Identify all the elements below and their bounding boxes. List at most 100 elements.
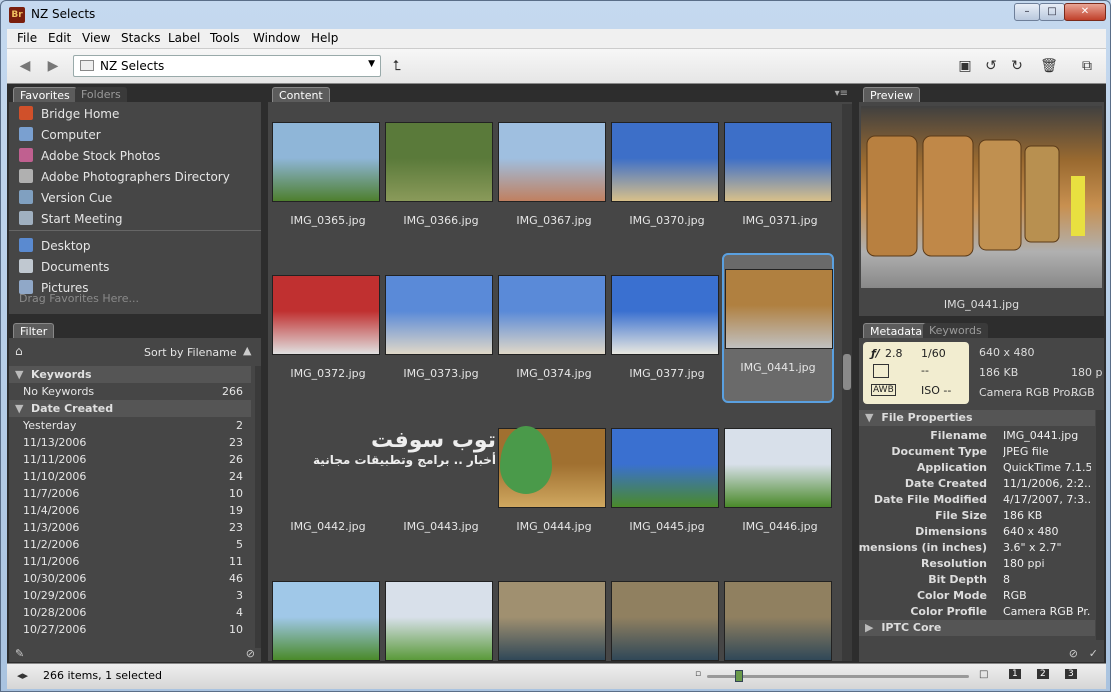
thumbnail-image[interactable]: [725, 269, 833, 349]
menu-edit[interactable]: Edit: [48, 31, 71, 45]
forward-arrow-icon[interactable]: ▶: [43, 57, 63, 75]
filter-row[interactable]: 11/10/2006 24: [9, 468, 251, 485]
thumbnail-cell[interactable]: IMG_0377.jpg: [611, 257, 723, 407]
tab-metadata[interactable]: Metadata: [863, 323, 930, 338]
thumbnail-image[interactable]: [272, 122, 380, 202]
slider-thumb[interactable]: [735, 670, 743, 682]
favorite-item[interactable]: Documents: [19, 257, 109, 277]
thumb-small-icon[interactable]: ▫: [695, 669, 701, 679]
thumbnail-image[interactable]: [385, 122, 493, 202]
menu-view[interactable]: View: [82, 31, 110, 45]
rotate-left-icon[interactable]: ↺: [981, 57, 1001, 75]
cancel-icon[interactable]: ⊘: [1069, 647, 1078, 660]
menu-window[interactable]: Window: [253, 31, 300, 45]
thumbnail-image[interactable]: [498, 122, 606, 202]
filter-row[interactable]: 11/1/2006 11: [9, 553, 251, 570]
thumbnail-cell[interactable]: IMG_0441.jpg: [722, 253, 834, 403]
thumbnail-cell[interactable]: IMG_0365.jpg: [272, 104, 384, 254]
tab-keywords[interactable]: Keywords: [923, 323, 988, 338]
metadata-scrollbar[interactable]: [1096, 410, 1104, 640]
new-folder-icon[interactable]: ▣: [955, 57, 975, 75]
thumbnail-cell[interactable]: IMG_0446.jpg: [724, 410, 836, 560]
thumbnail-cell[interactable]: [611, 563, 723, 661]
menu-file[interactable]: File: [17, 31, 37, 45]
thumbnail-image[interactable]: [272, 581, 380, 661]
clear-filter-icon[interactable]: ⊘: [246, 647, 255, 660]
minimize-button[interactable]: –: [1014, 3, 1040, 21]
sort-dropdown[interactable]: Sort by Filename: [144, 346, 237, 359]
tab-content[interactable]: Content: [272, 87, 330, 102]
back-arrow-icon[interactable]: ◀: [15, 57, 35, 75]
thumbnail-image[interactable]: [385, 275, 493, 355]
thumbnail-size-slider[interactable]: [707, 670, 969, 682]
thumbnail-cell[interactable]: [385, 563, 497, 661]
rotate-right-icon[interactable]: ↻: [1007, 57, 1027, 75]
tab-filter[interactable]: Filter: [13, 323, 55, 338]
panel-menu-icon[interactable]: ▾≡: [835, 88, 848, 99]
filter-category[interactable]: ▼ Keywords: [9, 366, 251, 383]
preview-image[interactable]: [861, 106, 1102, 288]
thumbnail-cell[interactable]: [272, 563, 384, 661]
thumbnail-cell[interactable]: [724, 563, 836, 661]
apply-check-icon[interactable]: ✓: [1089, 647, 1098, 660]
thumbnail-image[interactable]: [611, 275, 719, 355]
favorite-item[interactable]: Version Cue: [19, 188, 112, 208]
tab-preview[interactable]: Preview: [863, 87, 920, 102]
filter-row[interactable]: 10/30/2006 46: [9, 570, 251, 587]
content-scrollbar[interactable]: [842, 104, 852, 661]
filter-row[interactable]: 11/4/2006 19: [9, 502, 251, 519]
thumbnail-cell[interactable]: IMG_0371.jpg: [724, 104, 836, 254]
favorite-item[interactable]: Desktop: [19, 236, 91, 256]
thumbnail-cell[interactable]: IMG_0374.jpg: [498, 257, 610, 407]
favorite-item[interactable]: Start Meeting: [19, 209, 123, 229]
menu-stacks[interactable]: Stacks: [121, 31, 160, 45]
thumbnail-cell[interactable]: IMG_0445.jpg: [611, 410, 723, 560]
workspace-1-button[interactable]: 1: [1009, 669, 1021, 679]
filter-row[interactable]: 11/7/2006 10: [9, 485, 251, 502]
favorite-item[interactable]: Adobe Stock Photos: [19, 146, 160, 166]
trash-icon[interactable]: 🗑: [1039, 57, 1059, 75]
filter-row[interactable]: 11/11/2006 26: [9, 451, 251, 468]
thumbnail-image[interactable]: [272, 275, 380, 355]
thumbnail-cell[interactable]: IMG_0366.jpg: [385, 104, 497, 254]
brush-icon[interactable]: ✎: [15, 647, 24, 660]
tab-favorites[interactable]: Favorites: [13, 87, 77, 102]
filter-row[interactable]: Yesterday 2: [9, 417, 251, 434]
filter-folder-icon[interactable]: ⌂: [15, 344, 33, 358]
sort-direction-icon[interactable]: ▲: [243, 344, 251, 357]
filter-row[interactable]: 10/27/2006 10: [9, 621, 251, 638]
menu-help[interactable]: Help: [311, 31, 338, 45]
thumbnail-image[interactable]: [498, 581, 606, 661]
thumbnail-image[interactable]: [385, 581, 493, 661]
workspace-2-button[interactable]: 2: [1037, 669, 1049, 679]
favorite-item[interactable]: Computer: [19, 125, 101, 145]
thumbnail-image[interactable]: [611, 428, 719, 508]
maximize-button[interactable]: □: [1039, 3, 1065, 21]
path-dropdown[interactable]: NZ Selects ▼: [73, 55, 381, 77]
thumbnail-cell[interactable]: IMG_0372.jpg: [272, 257, 384, 407]
filter-row[interactable]: No Keywords 266: [9, 383, 251, 400]
thumbnail-image[interactable]: [611, 122, 719, 202]
thumbnail-image[interactable]: [724, 122, 832, 202]
menu-label[interactable]: Label: [168, 31, 200, 45]
scrollbar-thumb[interactable]: [843, 354, 851, 390]
thumbnail-cell[interactable]: IMG_0373.jpg: [385, 257, 497, 407]
thumbnail-image[interactable]: [611, 581, 719, 661]
title-bar[interactable]: Br NZ Selects – □ ✕: [1, 1, 1110, 28]
favorite-item[interactable]: Adobe Photographers Directory: [19, 167, 230, 187]
thumbnail-cell[interactable]: [498, 563, 610, 661]
thumb-large-icon[interactable]: □: [979, 669, 988, 680]
thumbnail-image[interactable]: [724, 428, 832, 508]
panel-toggle-icon[interactable]: ◂▸: [17, 669, 28, 682]
compact-mode-icon[interactable]: ⧉: [1077, 57, 1097, 75]
filter-scrollbar[interactable]: [255, 366, 261, 648]
filter-row[interactable]: 11/3/2006 23: [9, 519, 251, 536]
thumbnail-image[interactable]: [724, 581, 832, 661]
filter-row[interactable]: 11/13/2006 23: [9, 434, 251, 451]
tab-folders[interactable]: Folders: [75, 87, 127, 102]
close-button[interactable]: ✕: [1064, 3, 1106, 21]
menu-tools[interactable]: Tools: [210, 31, 240, 45]
thumbnail-cell[interactable]: IMG_0367.jpg: [498, 104, 610, 254]
thumbnail-image[interactable]: [498, 275, 606, 355]
go-up-folder-icon[interactable]: ⮤: [387, 57, 407, 75]
